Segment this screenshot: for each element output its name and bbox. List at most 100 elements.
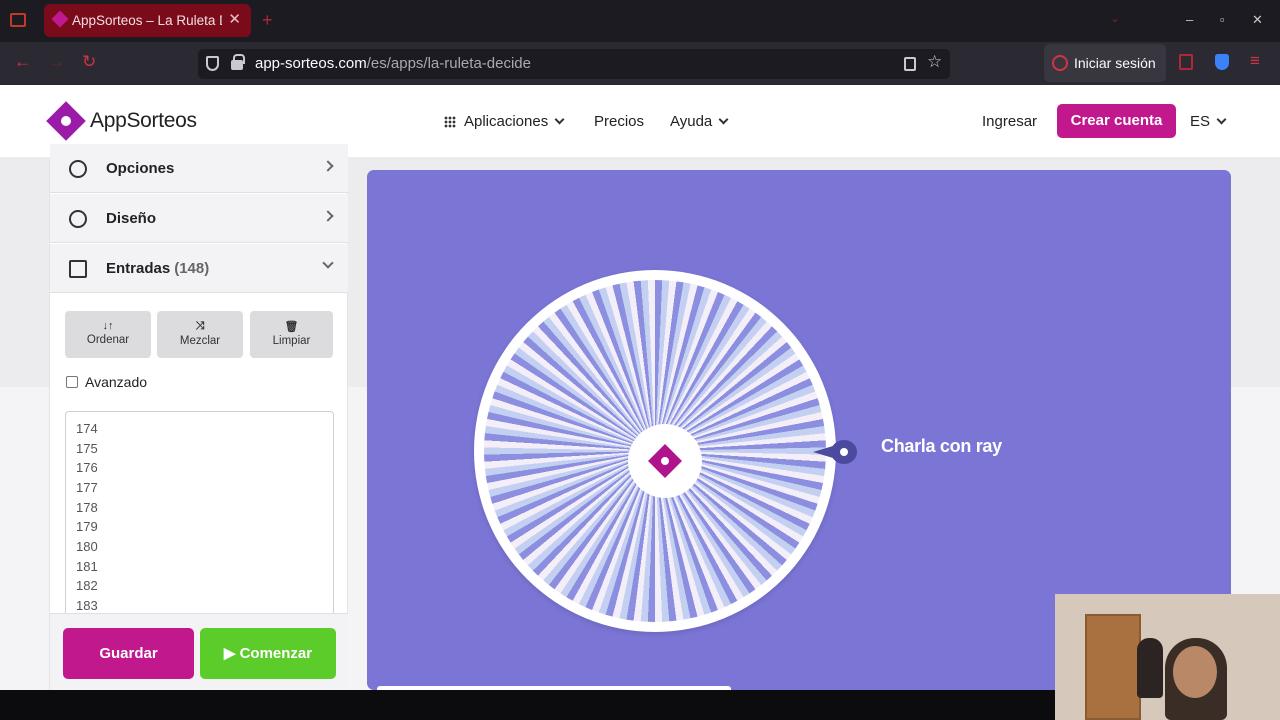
nav-apps-label: Aplicaciones	[464, 113, 549, 130]
app-menu-icon[interactable]: ≡	[1250, 51, 1260, 71]
chevron-down-icon	[554, 114, 565, 125]
sort-button[interactable]: ↓↑ Ordenar	[65, 311, 151, 358]
tab-overview-icon[interactable]	[10, 13, 26, 27]
sidebar-footer: Guardar ▶ Comenzar	[50, 613, 348, 690]
wheel-hub[interactable]	[628, 424, 702, 498]
tracking-shield-icon[interactable]	[206, 56, 219, 71]
logo-prefix: App	[90, 109, 127, 132]
window-close-button[interactable]: ✕	[1252, 12, 1263, 28]
entries-label: Entradas (148)	[106, 260, 209, 277]
trash-icon: 🗑	[284, 321, 299, 333]
entries-title: Entradas	[106, 260, 171, 277]
chevron-right-icon	[322, 160, 334, 172]
options-label: Opciones	[106, 160, 175, 177]
nav-apps[interactable]: Aplicaciones	[444, 113, 565, 130]
save-button[interactable]: Guardar	[63, 628, 194, 679]
entry-line: 175	[76, 441, 98, 456]
browser-nav-bar: ← → ↻ app-sorteos.com/es/apps/la-ruleta-…	[0, 42, 1280, 85]
roulette-wheel[interactable]	[474, 270, 836, 632]
tab-title: AppSorteos – La Ruleta Decide	[72, 13, 222, 28]
wheel-segments	[484, 280, 826, 622]
palette-icon	[69, 210, 87, 228]
advanced-label: Avanzado	[85, 374, 148, 390]
sort-icon: ↓↑	[102, 320, 114, 332]
pointer-knob	[831, 440, 857, 464]
back-button[interactable]: ←	[14, 52, 31, 72]
winner-label: Charla con ray	[881, 436, 1002, 456]
advanced-checkbox[interactable]	[66, 376, 78, 388]
entry-line: 174	[76, 421, 98, 436]
entry-line: 179	[76, 519, 98, 534]
url-domain: app-sorteos.com	[255, 55, 367, 72]
shuffle-icon: ⤨	[195, 320, 205, 332]
language-label: ES	[1190, 113, 1211, 130]
window-maximize-button[interactable]: ▫	[1220, 12, 1225, 27]
clear-label: Limpiar	[272, 335, 311, 347]
grid-icon	[444, 116, 456, 128]
forward-button[interactable]: →	[48, 52, 65, 72]
pointer-dot	[840, 448, 848, 456]
reload-button[interactable]: ↻	[82, 52, 96, 72]
entry-line: 182	[76, 578, 98, 593]
url-text[interactable]: app-sorteos.com/es/apps/la-ruleta-decide	[255, 55, 531, 72]
nav-help-label: Ayuda	[670, 113, 713, 130]
signin-label: Iniciar sesión	[1074, 55, 1156, 71]
appsorteos-logo-icon	[648, 444, 682, 478]
entry-line: 178	[76, 500, 98, 515]
address-bar[interactable]: app-sorteos.com/es/apps/la-ruleta-decide…	[198, 49, 950, 79]
sort-label: Ordenar	[86, 334, 130, 346]
entry-line: 180	[76, 539, 98, 554]
gift-icon	[69, 260, 87, 278]
chevron-right-icon	[322, 210, 334, 222]
nav-help[interactable]: Ayuda	[670, 113, 729, 130]
logo-text[interactable]: AppSorteos	[90, 109, 197, 133]
signin-button[interactable]: Iniciar sesión	[1044, 44, 1166, 82]
advanced-toggle[interactable]: Avanzado	[66, 374, 147, 390]
browser-tab-bar: AppSorteos – La Ruleta Decide ✕ + ⌄ – ▫ …	[0, 0, 1280, 42]
appsorteos-logo-icon[interactable]	[46, 101, 86, 141]
shuffle-label: Mezclar	[179, 335, 221, 347]
webcam-door	[1085, 614, 1141, 720]
clear-button[interactable]: 🗑 Limpiar	[250, 311, 333, 358]
chevron-down-icon	[322, 257, 334, 269]
extension-shield-icon[interactable]	[1215, 54, 1229, 70]
accordion-options[interactable]: Opciones	[50, 144, 348, 193]
start-button[interactable]: ▶ Comenzar	[200, 628, 336, 679]
pocket-icon[interactable]	[1179, 54, 1193, 70]
accordion-entries[interactable]: Entradas (148)	[50, 244, 348, 293]
webcam-face	[1173, 646, 1217, 698]
entry-line: 181	[76, 559, 98, 574]
entry-line: 183	[76, 598, 98, 613]
pointer-tip	[813, 446, 833, 458]
tab-close-icon[interactable]: ✕	[228, 10, 241, 28]
window-minimize-button[interactable]: –	[1186, 12, 1193, 27]
lock-icon[interactable]	[231, 54, 245, 70]
entry-line: 176	[76, 460, 98, 475]
login-link[interactable]: Ingresar	[982, 113, 1037, 130]
new-tab-button[interactable]: +	[262, 10, 273, 31]
create-account-button[interactable]: Crear cuenta	[1057, 104, 1176, 138]
logo-suffix: Sorteos	[126, 109, 197, 132]
bottom-letterbox	[0, 690, 1055, 720]
chevron-down-icon	[718, 114, 729, 125]
bookmark-star-icon[interactable]: ☆	[927, 52, 942, 72]
entries-count: (148)	[174, 260, 210, 277]
gear-icon	[69, 160, 87, 178]
tab-list-chevron-icon[interactable]: ⌄	[1110, 11, 1120, 25]
url-path: /es/apps/la-ruleta-decide	[366, 55, 531, 72]
settings-sidebar: Opciones Diseño Entradas (148) ↓↑ Ordenar…	[49, 144, 348, 690]
shuffle-button[interactable]: ⤨ Mezclar	[157, 311, 243, 358]
nav-pricing[interactable]: Precios	[594, 113, 644, 130]
webcam-person-back	[1137, 638, 1163, 698]
reader-view-icon[interactable]	[904, 57, 916, 71]
accordion-design[interactable]: Diseño	[50, 194, 348, 243]
entries-textarea[interactable]: 174 175 176 177 178 179 180 181 182 183	[65, 411, 334, 621]
webcam-overlay	[1055, 594, 1280, 720]
site-favicon-icon	[51, 10, 69, 28]
browser-tab[interactable]: AppSorteos – La Ruleta Decide ✕	[44, 4, 251, 37]
design-label: Diseño	[106, 210, 157, 227]
account-icon	[1052, 55, 1068, 71]
wheel-pointer-icon	[813, 440, 861, 464]
language-selector[interactable]: ES	[1190, 113, 1227, 130]
entry-line: 177	[76, 480, 98, 495]
